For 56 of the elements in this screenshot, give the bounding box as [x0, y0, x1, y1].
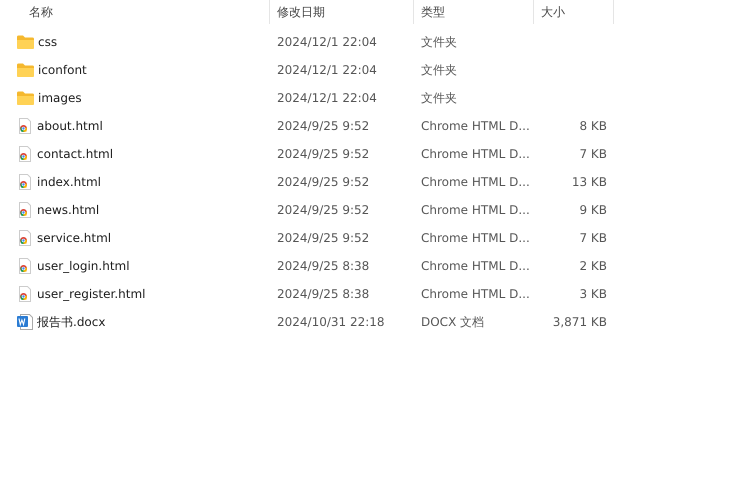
- folder-icon: [17, 91, 34, 105]
- size-text: 7 KB: [579, 231, 607, 245]
- type-text: 文件夹: [421, 63, 457, 77]
- chrome-file-icon: [17, 118, 33, 134]
- chrome-file-icon: [17, 230, 33, 246]
- size-text: 9 KB: [579, 203, 607, 217]
- size-text: 7 KB: [579, 147, 607, 161]
- column-header[interactable]: 大小: [534, 0, 614, 24]
- word-document-icon: [17, 314, 33, 330]
- file-name[interactable]: user_login.html: [37, 257, 130, 275]
- chrome-file-icon: [17, 202, 33, 218]
- type-text: 文件夹: [421, 91, 457, 105]
- date-text: 2024/12/1 22:04: [277, 63, 377, 77]
- date-text: 2024/12/1 22:04: [277, 35, 377, 49]
- chrome-file-icon: [17, 258, 33, 274]
- date-text: 2024/9/25 9:52: [277, 203, 370, 217]
- type-text: Chrome HTML D...: [421, 231, 530, 245]
- file-name[interactable]: service.html: [37, 229, 112, 247]
- type-text: 文件夹: [421, 35, 457, 49]
- date-text: 2024/9/25 9:52: [277, 119, 370, 133]
- column-header[interactable]: 名称: [0, 0, 270, 24]
- folder-icon: [17, 63, 34, 77]
- file-name[interactable]: contact.html: [37, 145, 114, 163]
- type-text: Chrome HTML D...: [421, 175, 530, 189]
- date-text: 2024/9/25 9:52: [277, 147, 370, 161]
- type-text: Chrome HTML D...: [421, 287, 530, 301]
- file-name[interactable]: news.html: [37, 201, 100, 219]
- size-text: 13 KB: [572, 175, 607, 189]
- type-text: Chrome HTML D...: [421, 147, 530, 161]
- size-text: 3,871 KB: [552, 315, 607, 329]
- folder-name[interactable]: images: [38, 89, 82, 107]
- size-text: 8 KB: [579, 119, 607, 133]
- type-text: Chrome HTML D...: [421, 259, 530, 273]
- type-text: Chrome HTML D...: [421, 119, 530, 133]
- folder-icon: [17, 35, 34, 49]
- folder-name[interactable]: css: [38, 33, 58, 51]
- date-text: 2024/9/25 8:38: [277, 259, 370, 273]
- type-text: Chrome HTML D...: [421, 203, 530, 217]
- file-name[interactable]: about.html: [37, 117, 103, 135]
- date-text: 2024/9/25 8:38: [277, 287, 370, 301]
- date-text: 2024/9/25 9:52: [277, 231, 370, 245]
- chrome-file-icon: [17, 286, 33, 302]
- file-name[interactable]: 报告书.docx: [37, 313, 106, 331]
- column-header[interactable]: 类型: [414, 0, 534, 24]
- date-text: 2024/10/31 22:18: [277, 315, 385, 329]
- chrome-file-icon: [17, 174, 33, 190]
- column-header[interactable]: 修改日期: [270, 0, 414, 24]
- chrome-file-icon: [17, 146, 33, 162]
- size-text: 2 KB: [579, 259, 607, 273]
- folder-name[interactable]: iconfont: [38, 61, 87, 79]
- file-name[interactable]: index.html: [37, 173, 101, 191]
- size-text: 3 KB: [579, 287, 607, 301]
- file-name[interactable]: user_register.html: [37, 285, 146, 303]
- date-text: 2024/9/25 9:52: [277, 175, 370, 189]
- date-text: 2024/12/1 22:04: [277, 91, 377, 105]
- type-text: DOCX 文档: [421, 315, 484, 329]
